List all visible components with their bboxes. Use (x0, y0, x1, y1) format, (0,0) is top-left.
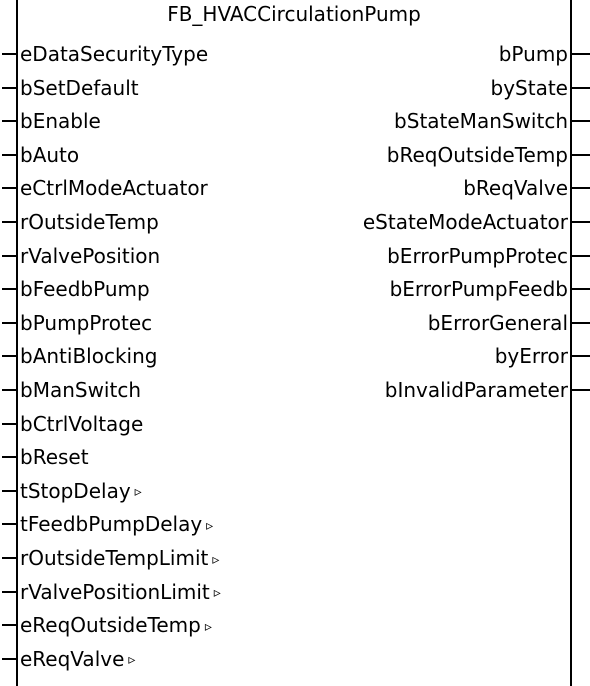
input-connector-line (2, 624, 18, 627)
input-pin: bManSwitch (2, 376, 142, 404)
input-pin: bAntiBlocking (2, 342, 158, 370)
persistent-arrow-icon: ▹ (206, 517, 214, 534)
output-pin-label: bErrorPumpFeedb (389, 277, 568, 302)
output-pin-label: eStateModeActuator (362, 210, 568, 234)
input-connector-line (2, 489, 18, 492)
input-pin: bFeedbPump (2, 275, 150, 303)
input-connector-line (2, 288, 18, 291)
input-pin-label: bEnable (20, 109, 101, 134)
input-pin: bReset (2, 443, 89, 471)
input-pin-label: eDataSecurityType (20, 42, 209, 66)
output-connector-line (570, 153, 590, 156)
persistent-arrow-icon: ▹ (204, 618, 212, 635)
output-connector-line (570, 86, 590, 89)
output-pin: bReqValve (463, 174, 590, 202)
input-pin-label: eReqOutsideTemp (20, 613, 201, 638)
input-connector-line (2, 590, 18, 593)
input-pin-label: tFeedbPumpDelay (20, 512, 203, 537)
input-pin: eCtrlModeActuator (2, 174, 208, 202)
output-pin: bStateManSwitch (394, 107, 590, 135)
output-pin: bPump (498, 40, 590, 68)
input-pin-label: rOutsideTemp (20, 210, 159, 234)
output-pin: byError (494, 342, 590, 370)
output-connector-line (570, 321, 590, 324)
output-pin: bErrorPumpProtec (387, 242, 590, 270)
input-pin: eDataSecurityType (2, 40, 209, 68)
persistent-arrow-icon: ▹ (134, 484, 142, 501)
input-connector-line (2, 187, 18, 190)
input-pin: eReqValve ▹ (2, 645, 136, 673)
input-pin: bCtrlVoltage (2, 410, 144, 438)
input-pin-label: rOutsideTempLimit (20, 546, 209, 570)
output-connector-line (570, 187, 590, 190)
input-connector-line (2, 657, 18, 660)
output-pin: eStateModeActuator (362, 208, 590, 236)
input-pin-label: rValvePosition (20, 243, 161, 268)
input-pin-label: bAntiBlocking (20, 344, 158, 369)
function-block: FB_HVACCirculationPump eDataSecurityType… (2, 0, 590, 686)
input-pin-label: bSetDefault (20, 75, 139, 100)
input-pin-label: rValvePositionLimit (20, 579, 210, 604)
output-connector-line (570, 120, 590, 123)
input-pin-label: eReqValve (20, 646, 125, 671)
persistent-arrow-icon: ▹ (128, 652, 136, 669)
input-pin-label: bPumpProtec (20, 310, 153, 335)
block-title: FB_HVACCirculationPump (167, 2, 421, 26)
persistent-arrow-icon: ▹ (212, 551, 220, 568)
output-pin: bErrorGeneral (427, 309, 590, 337)
input-pin: bAuto (2, 141, 80, 169)
input-pin: rValvePositionLimit ▹ (2, 578, 221, 606)
output-connector-line (570, 221, 590, 223)
output-connector-line (570, 389, 590, 391)
output-pin-label: bErrorPumpProtec (387, 243, 568, 268)
input-pin-label: bReset (20, 445, 89, 470)
output-pin-label: bStateManSwitch (394, 109, 568, 134)
input-connector-line (2, 86, 18, 89)
input-pin: rOutsideTempLimit ▹ (2, 544, 220, 572)
output-connector-line (570, 254, 590, 257)
output-pin: bErrorPumpFeedb (389, 275, 590, 303)
output-connector-line (570, 288, 590, 291)
input-pin: tFeedbPumpDelay ▹ (2, 510, 214, 538)
input-pin-label: bFeedbPump (20, 277, 150, 302)
output-pin-label: bInvalidParameter (384, 378, 568, 402)
input-connector-line (2, 456, 18, 459)
output-pin-label: bReqOutsideTemp (386, 142, 568, 167)
output-connector-line (570, 53, 590, 55)
output-pin: byState (490, 74, 590, 102)
input-connector-line (2, 254, 18, 257)
output-pin-label: bPump (498, 42, 568, 66)
input-connector-line (2, 355, 18, 358)
input-pin: bEnable (2, 107, 101, 135)
input-connector-line (2, 153, 18, 156)
input-connector-line (2, 422, 18, 425)
input-pin-label: tStopDelay (20, 478, 131, 503)
output-connector-line (570, 355, 590, 358)
input-pin-label: bManSwitch (20, 378, 142, 402)
input-pin-label: bCtrlVoltage (20, 411, 144, 436)
input-connector-line (2, 53, 18, 55)
input-pin: eReqOutsideTemp ▹ (2, 611, 212, 639)
input-connector-line (2, 321, 18, 324)
input-connector-line (2, 523, 18, 526)
input-pin-label: eCtrlModeActuator (20, 176, 208, 201)
input-pin: tStopDelay ▹ (2, 477, 142, 505)
output-pin-label: byError (494, 344, 568, 369)
input-pin: bPumpProtec (2, 309, 153, 337)
output-pin-label: byState (490, 75, 568, 100)
input-connector-line (2, 557, 18, 559)
input-pin-label: bAuto (20, 142, 80, 167)
input-pin: bSetDefault (2, 74, 139, 102)
persistent-arrow-icon: ▹ (213, 585, 221, 602)
output-pin: bInvalidParameter (384, 376, 590, 404)
output-pin-label: bErrorGeneral (427, 310, 568, 335)
input-connector-line (2, 389, 18, 391)
output-pin: bReqOutsideTemp (386, 141, 590, 169)
input-pin: rOutsideTemp (2, 208, 159, 236)
input-connector-line (2, 120, 18, 123)
input-pin: rValvePosition (2, 242, 161, 270)
input-connector-line (2, 221, 18, 223)
output-pin-label: bReqValve (463, 176, 568, 201)
